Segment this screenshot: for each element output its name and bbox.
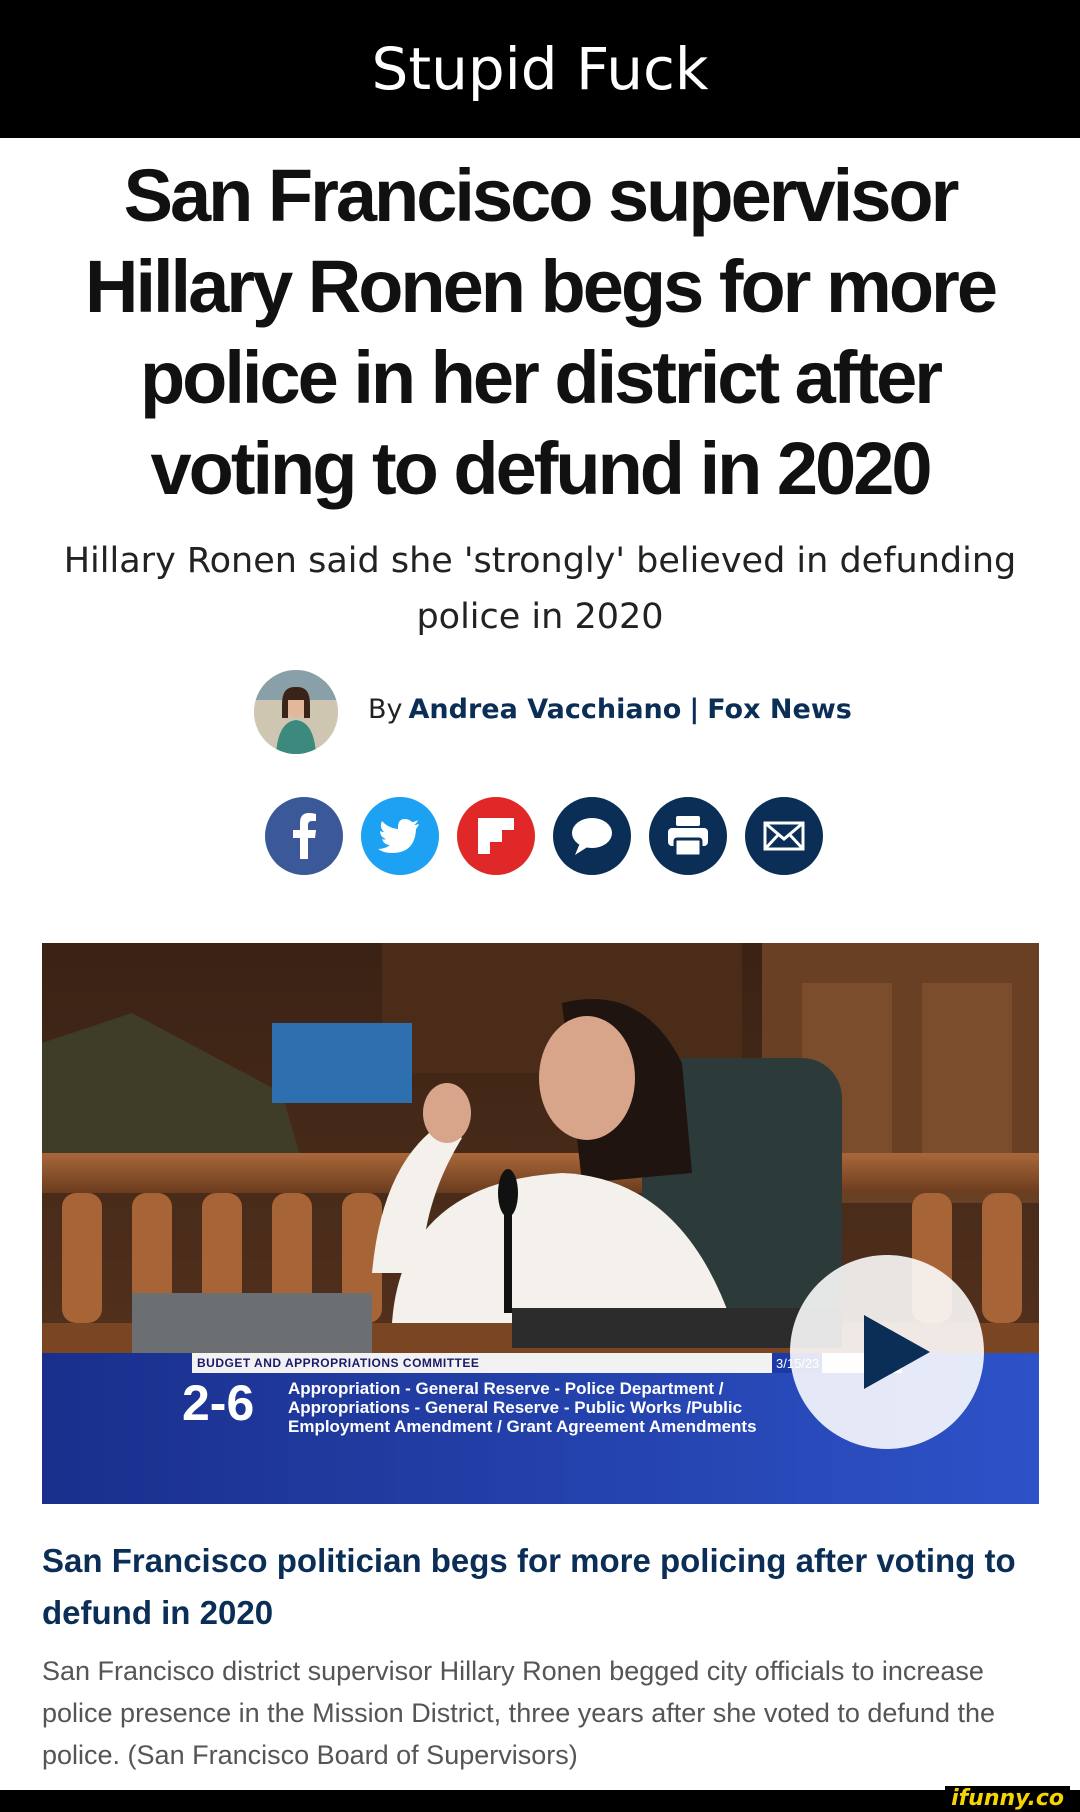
flipboard-share-button[interactable] (457, 797, 535, 875)
lower-third-line-1: Appropriation - General Reserve - Police… (288, 1379, 724, 1398)
article-subheadline: Hillary Ronen said she 'strongly' believ… (63, 541, 1017, 637)
ifunny-watermark: ifunny.co (945, 1786, 1070, 1811)
meme-caption: Stupid Fuck (0, 0, 1080, 138)
lower-third-item-number: 2-6 (182, 1375, 255, 1431)
printer-icon (668, 816, 708, 858)
play-icon (864, 1315, 930, 1389)
outlet-link[interactable]: Fox News (707, 694, 852, 725)
twitter-bird-icon (378, 819, 419, 853)
envelope-icon (763, 821, 805, 851)
comments-button[interactable] (553, 797, 631, 875)
article-headline: San Francisco supervisor Hillary Ronen b… (85, 154, 998, 510)
facebook-icon (293, 813, 316, 859)
lower-third-line-3: Employment Amendment / Grant Agreement A… (288, 1417, 757, 1436)
byline-separator: | (689, 694, 700, 725)
lower-third-line-2: Appropriations - General Reserve - Publi… (288, 1398, 743, 1417)
author-avatar[interactable] (254, 670, 338, 754)
lower-third-committee: Budget and Appropriations Committee (197, 1356, 480, 1370)
byline-by: By (368, 694, 403, 725)
author-link[interactable]: Andrea Vacchiano (409, 694, 682, 725)
twitter-share-button[interactable] (361, 797, 439, 875)
byline-text: By Andrea Vacchiano | Fox News (368, 694, 852, 725)
play-button[interactable] (790, 1255, 984, 1449)
flipboard-icon (478, 818, 514, 854)
byline: By Andrea Vacchiano | Fox News (0, 670, 1080, 756)
video-caption-body: San Francisco district supervisor Hillar… (42, 1656, 996, 1770)
print-button[interactable] (649, 797, 727, 875)
speech-bubble-icon (572, 818, 612, 855)
video-caption-title[interactable]: San Francisco politician begs for more p… (42, 1535, 1042, 1639)
bottom-bar (0, 1790, 1080, 1812)
email-share-button[interactable] (745, 797, 823, 875)
facebook-share-button[interactable] (265, 797, 343, 875)
video-player[interactable]: Budget and Appropriations Committee 3/15… (42, 943, 1039, 1504)
